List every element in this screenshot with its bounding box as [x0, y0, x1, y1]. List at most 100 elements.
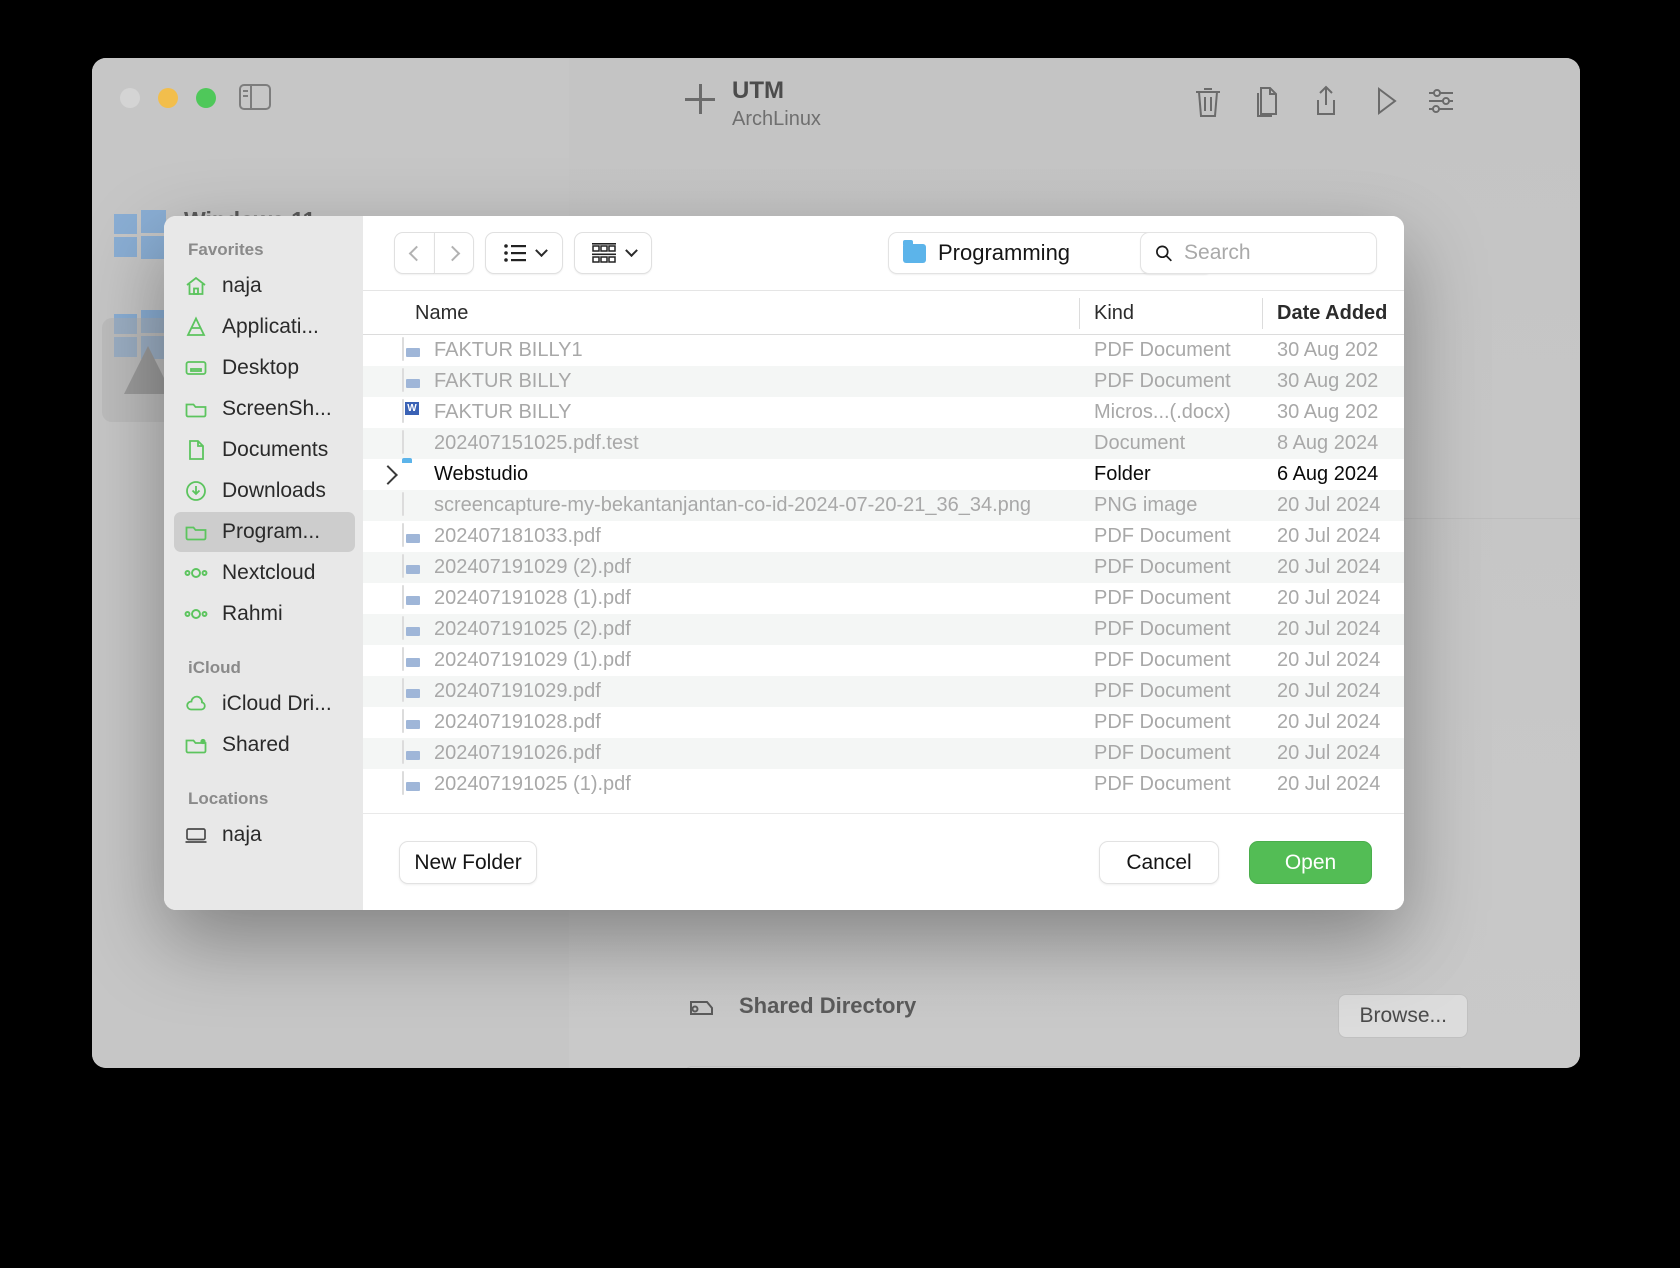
sidebar-item-screensh[interactable]: ScreenSh...	[174, 389, 355, 429]
file-date-added: 20 Jul 2024	[1277, 680, 1381, 702]
table-row: 202407181033.pdf PDF Document 20 Jul 2024	[363, 521, 1404, 552]
cancel-button[interactable]: Cancel	[1099, 841, 1219, 884]
file-name: 202407191028.pdf	[434, 711, 601, 733]
add-vm-icon[interactable]	[685, 84, 715, 114]
pdf-icon	[402, 616, 423, 642]
sidebar-item-downloads[interactable]: Downloads	[174, 471, 355, 511]
sidebar-item-label: ScreenSh...	[222, 397, 332, 420]
duplicate-icon[interactable]	[1247, 80, 1287, 122]
file-date-added: 20 Jul 2024	[1277, 618, 1381, 640]
sidebar-item-applicati[interactable]: Applicati...	[174, 307, 355, 347]
file-name: 202407191025 (2).pdf	[434, 618, 631, 640]
sidebar-item-naja[interactable]: naja	[174, 815, 355, 855]
file-kind: PDF Document	[1094, 711, 1231, 733]
dialog-main: Programming Name Kind Date Added FAKTUR …	[363, 216, 1404, 910]
table-row: 202407191029 (1).pdf PDF Document 20 Jul 2…	[363, 645, 1404, 676]
sidebar-item-program[interactable]: Program...	[174, 512, 355, 552]
file-kind: PDF Document	[1094, 556, 1231, 578]
open-button[interactable]: Open	[1249, 841, 1372, 884]
file-name: 202407191029.pdf	[434, 680, 601, 702]
computer-icon	[184, 823, 208, 847]
column-header-date-added[interactable]: Date Added	[1277, 302, 1387, 325]
file-kind: PDF Document	[1094, 339, 1231, 361]
sidebar-item-icloud-dri[interactable]: iCloud Dri...	[174, 684, 355, 724]
maximize-window-button[interactable]	[196, 88, 216, 108]
sidebar-section-header: Locations	[188, 789, 269, 808]
sidebar-toggle-icon[interactable]	[239, 84, 271, 110]
home-icon	[184, 274, 208, 298]
table-row: 202407191025 (1).pdf PDF Document 20 Jul 2…	[363, 769, 1404, 800]
file-date-added: 20 Jul 2024	[1277, 742, 1381, 764]
sidebar-item-label: Rahmi	[222, 602, 283, 625]
file-kind: PDF Document	[1094, 525, 1231, 547]
file-kind: PDF Document	[1094, 680, 1231, 702]
sidebar-item-documents[interactable]: Documents	[174, 430, 355, 470]
file-kind: PDF Document	[1094, 618, 1231, 640]
sidebar-item-label: Nextcloud	[222, 561, 316, 584]
file-kind: Folder	[1094, 463, 1151, 485]
browse-button[interactable]: Browse...	[1338, 994, 1468, 1038]
navigate-forward-button[interactable]	[434, 232, 474, 274]
window-traffic-lights[interactable]	[120, 88, 216, 108]
sidebar-item-naja[interactable]: naja	[174, 266, 355, 306]
sidebar-item-label: Downloads	[222, 479, 326, 502]
trash-icon[interactable]	[1188, 80, 1228, 122]
play-icon[interactable]	[1365, 80, 1405, 122]
shared-folder-icon	[184, 733, 208, 757]
sidebar-item-label: Desktop	[222, 356, 300, 379]
settings-icon[interactable]	[1421, 80, 1461, 122]
minimize-window-button[interactable]	[158, 88, 178, 108]
sidebar-item-rahmi[interactable]: Rahmi	[174, 594, 355, 634]
disclosure-chevron-icon[interactable]	[378, 464, 398, 485]
table-row: FAKTUR BILLY Micros...(.docx) 30 Aug 202	[363, 397, 1404, 428]
dialog-footer: New Folder Cancel Open	[363, 813, 1404, 910]
file-name: FAKTUR BILLY	[434, 401, 572, 423]
pdf-icon	[402, 678, 423, 704]
file-list[interactable]: FAKTUR BILLY1 PDF Document 30 Aug 202 FAKTU…	[363, 335, 1404, 813]
search-field[interactable]	[1140, 232, 1377, 274]
current-path-label: Programming	[938, 240, 1071, 265]
view-mode-list-button[interactable]	[485, 232, 563, 274]
column-header-name[interactable]: Name	[415, 302, 468, 325]
sidebar-item-nextcloud[interactable]: Nextcloud	[174, 553, 355, 593]
table-row[interactable]: Webstudio Folder 6 Aug 2024	[363, 459, 1404, 490]
table-row: 202407191029.pdf PDF Document 20 Jul 2024	[363, 676, 1404, 707]
file-name: 202407181033.pdf	[434, 525, 601, 547]
file-date-added: 20 Jul 2024	[1277, 773, 1381, 795]
sidebar-item-desktop[interactable]: Desktop	[174, 348, 355, 388]
file-name: 202407191029 (2).pdf	[434, 556, 631, 578]
pdf-icon	[402, 368, 423, 394]
file-date-added: 20 Jul 2024	[1277, 711, 1381, 733]
sidebar-item-label: naja	[222, 274, 262, 297]
utm-header: UTM ArchLinux	[569, 58, 1580, 144]
generic-doc-icon	[402, 430, 423, 456]
file-date-added: 8 Aug 2024	[1277, 432, 1379, 454]
file-picker-dialog: Favorites naja Applicati... Desktop ScreenSh…	[164, 216, 1404, 910]
nextcloud-icon	[184, 602, 208, 626]
shared-directory-icon	[690, 1001, 713, 1015]
folder-icon	[184, 520, 208, 544]
sidebar-item-label: iCloud Dri...	[222, 692, 332, 715]
cloud-icon	[184, 692, 208, 716]
file-date-added: 30 Aug 202	[1277, 370, 1379, 392]
new-folder-button[interactable]: New Folder	[399, 841, 537, 884]
file-date-added: 30 Aug 202	[1277, 401, 1379, 423]
close-window-button[interactable]	[120, 88, 140, 108]
pdf-icon	[402, 771, 423, 797]
table-row: 202407151025.pdf.test Document 8 Aug 2024	[363, 428, 1404, 459]
cd-dvd-select[interactable]: CD/DVD ⌄	[684, 1066, 1464, 1068]
share-icon[interactable]	[1306, 80, 1346, 122]
view-mode-group-button[interactable]	[574, 232, 652, 274]
table-header: Name Kind Date Added	[363, 290, 1404, 335]
applications-icon	[184, 315, 208, 339]
navigate-back-button[interactable]	[394, 232, 434, 274]
folder-icon	[402, 462, 423, 487]
column-header-kind[interactable]: Kind	[1094, 302, 1134, 325]
file-name: FAKTUR BILLY	[434, 370, 572, 392]
table-row: 202407191028 (1).pdf PDF Document 20 Jul 2…	[363, 583, 1404, 614]
search-input[interactable]	[1184, 241, 1362, 265]
list-view-icon	[503, 244, 526, 262]
file-name: screencapture-my-bekantanjantan-co-id-20…	[434, 494, 1032, 516]
shared-directory-row: Shared Directory	[687, 993, 916, 1019]
sidebar-item-shared[interactable]: Shared	[174, 725, 355, 765]
